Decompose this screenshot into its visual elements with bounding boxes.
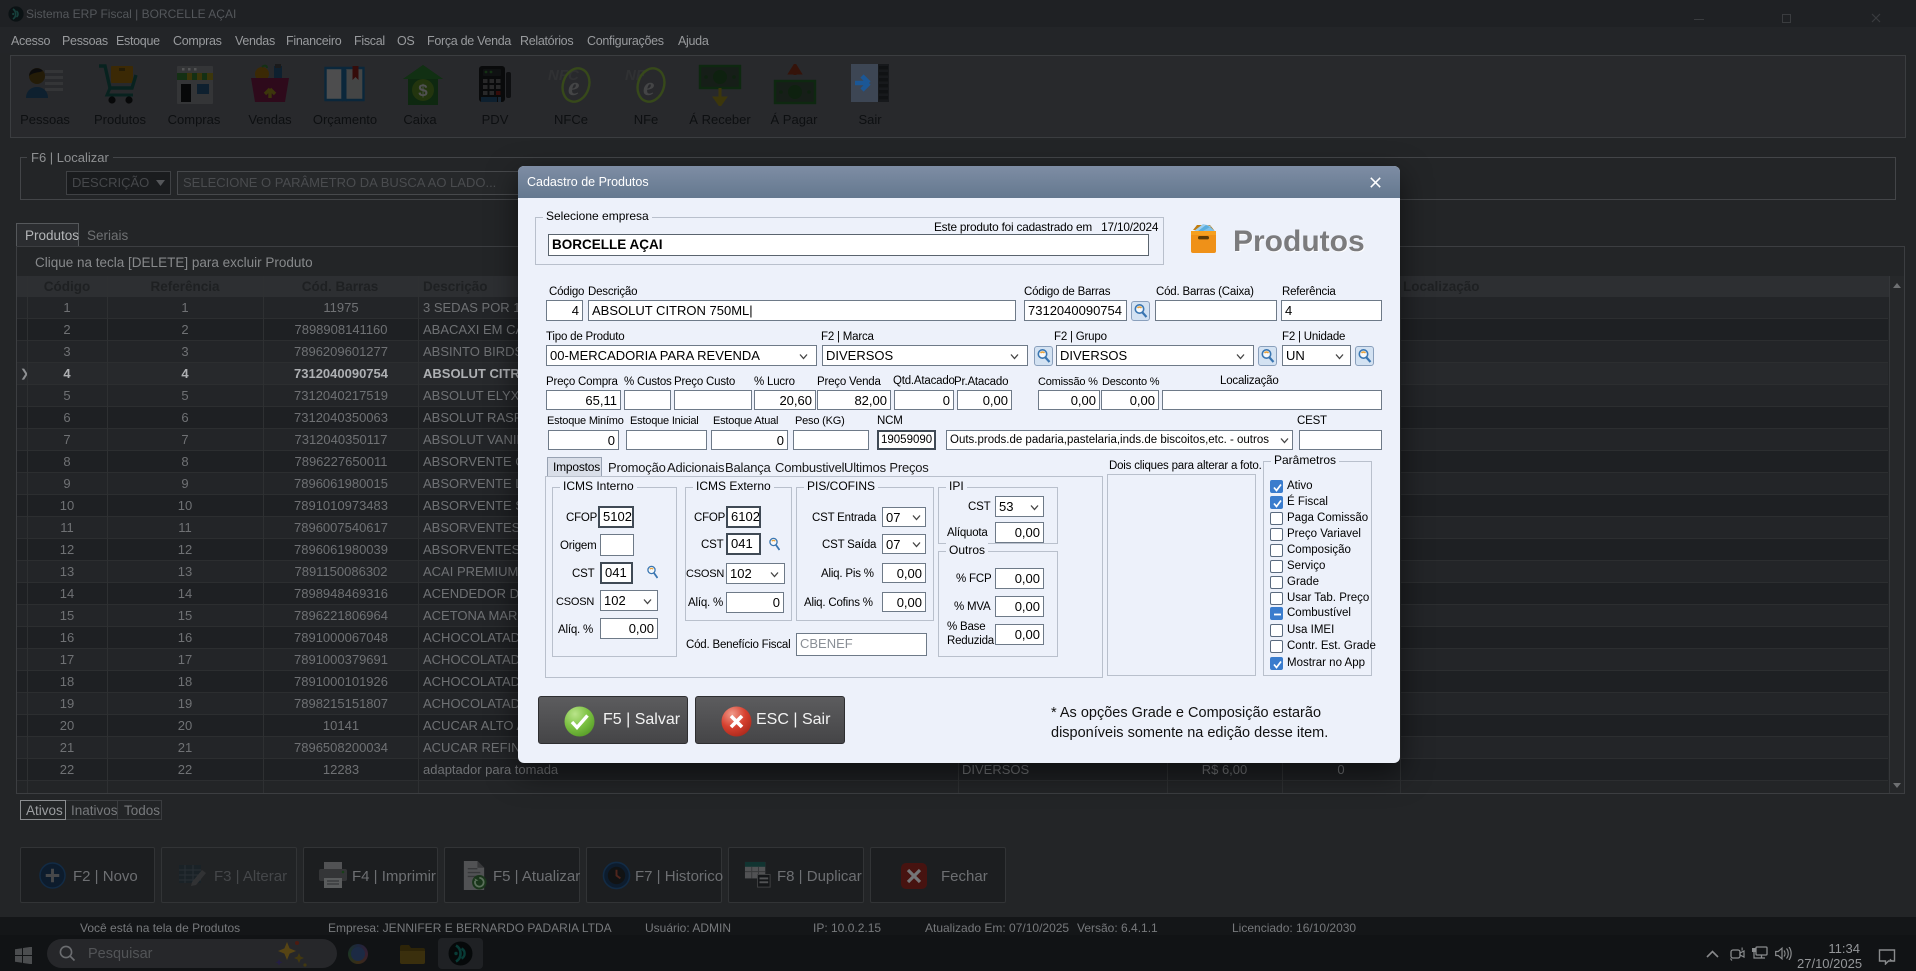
- svg-text:e: e: [568, 72, 580, 101]
- svg-text:e: e: [643, 72, 655, 101]
- svg-text:$: $: [418, 81, 428, 100]
